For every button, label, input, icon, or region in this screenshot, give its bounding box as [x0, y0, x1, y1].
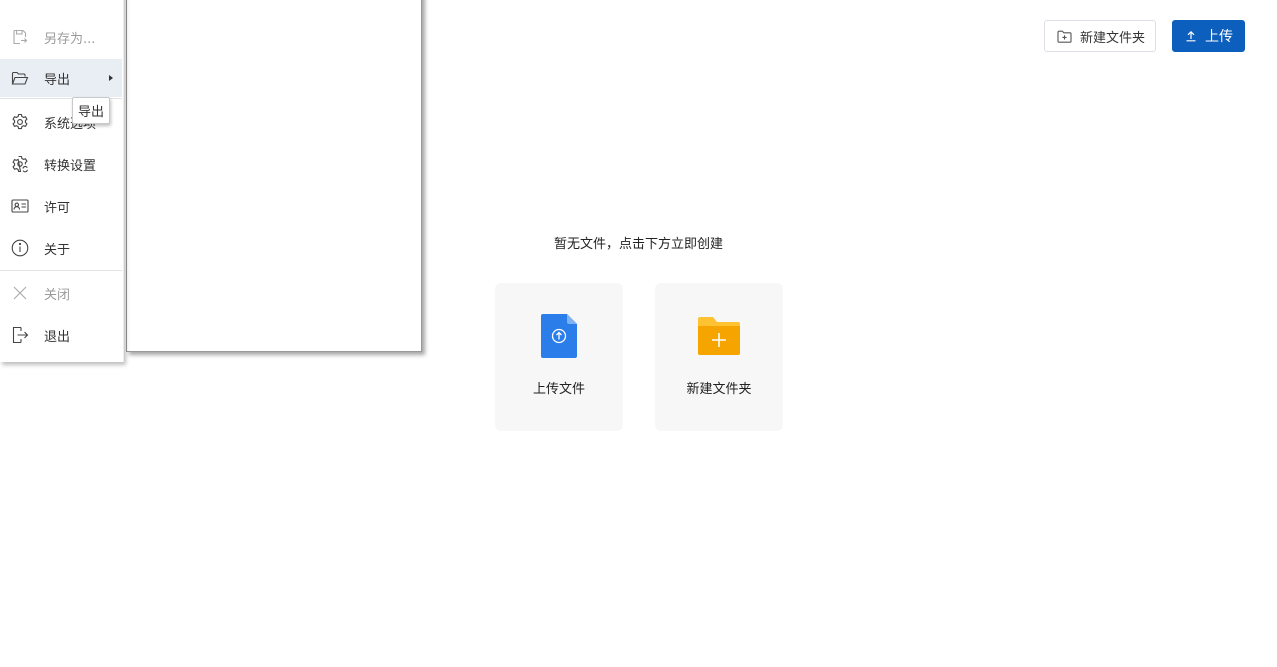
upload-label: 上传: [1205, 29, 1233, 45]
menu-item-convert-settings[interactable]: 转换设置: [0, 145, 122, 183]
app-menu: 另存为... 导出 系统选项 转换设置 许可 关于 关闭 退出: [0, 0, 124, 362]
menu-item-label: 另存为...: [44, 31, 96, 47]
gear-icon: [11, 113, 29, 131]
menu-item-save-as[interactable]: 另存为...: [0, 18, 122, 56]
save-as-icon: [11, 28, 29, 46]
info-icon: [11, 239, 29, 257]
menu-item-export[interactable]: 导出: [0, 59, 122, 97]
toolbar: 新建文件夹 上传: [1043, 20, 1245, 52]
submenu-arrow-icon: [109, 75, 113, 81]
menu-item-close[interactable]: 关闭: [0, 274, 122, 312]
new-folder-button[interactable]: 新建文件夹: [1043, 20, 1156, 52]
menu-item-license[interactable]: 许可: [0, 187, 122, 225]
new-folder-label: 新建文件夹: [1079, 30, 1145, 46]
menu-item-label: 关闭: [44, 287, 71, 303]
upload-file-card[interactable]: 上传文件: [495, 283, 623, 431]
upload-file-label: 上传文件: [532, 382, 585, 397]
menu-item-exit[interactable]: 退出: [0, 316, 122, 354]
exit-icon: [11, 326, 29, 344]
folder-plus-icon: [1057, 30, 1072, 43]
new-folder-card[interactable]: 新建文件夹: [655, 283, 783, 431]
menu-item-cut-top: [0, 0, 122, 10]
submenu-panel: [126, 0, 422, 352]
folder-open-export-icon: [11, 69, 29, 87]
menu-item-about[interactable]: 关于: [0, 229, 122, 267]
upload-file-icon: [541, 314, 577, 358]
new-folder-card-label: 新建文件夹: [686, 382, 752, 397]
license-card-icon: [11, 197, 29, 215]
menu-item-label: 退出: [44, 329, 71, 345]
menu-item-label: 导出: [44, 72, 71, 88]
menu-item-label: 关于: [44, 242, 71, 258]
create-cards: 上传文件 新建文件夹: [495, 283, 783, 431]
upload-button[interactable]: 上传: [1172, 20, 1245, 52]
menu-item-label: 转换设置: [44, 158, 97, 174]
menu-divider: [0, 270, 122, 271]
close-icon: [11, 284, 29, 302]
menu-item-label: 许可: [44, 200, 71, 216]
upload-icon: [1185, 30, 1197, 42]
export-tooltip: 导出: [72, 97, 111, 124]
new-folder-icon: [698, 314, 740, 358]
gear-sync-icon: [11, 155, 29, 173]
